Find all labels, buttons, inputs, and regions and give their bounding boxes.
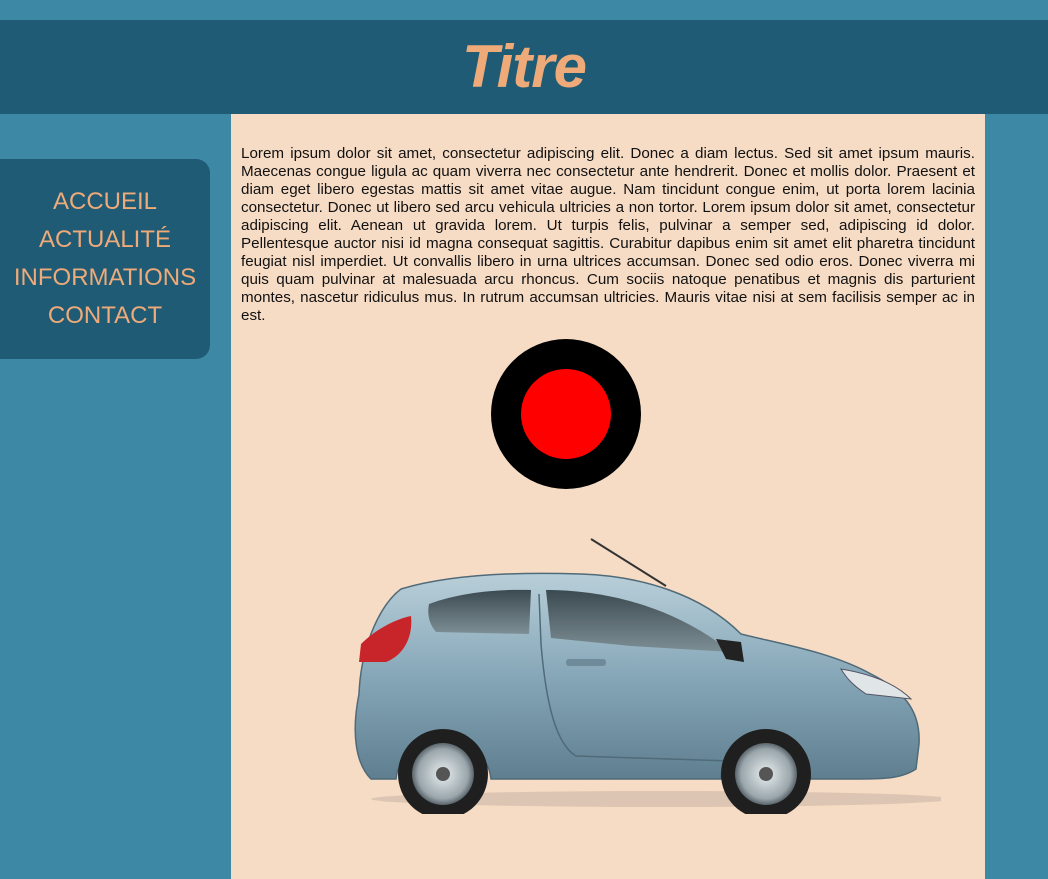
car-rear-hub	[436, 767, 450, 781]
nav-link-contact[interactable]: CONTACT	[0, 297, 210, 335]
car-image	[354, 538, 941, 814]
car-front-hub	[759, 767, 773, 781]
main-nav: ACCUEIL ACTUALITÉ INFORMATIONS CONTACT	[0, 159, 210, 359]
page: Titre ACCUEIL ACTUALITÉ INFORMATIONS CON…	[0, 0, 1048, 879]
car-door-handle	[566, 659, 606, 666]
page-title: Titre	[462, 33, 587, 100]
main-content: Lorem ipsum dolor sit amet, consectetur …	[231, 114, 985, 879]
nav-link-accueil[interactable]: ACCUEIL	[0, 183, 210, 221]
nav-link-informations[interactable]: INFORMATIONS	[0, 259, 210, 297]
circle-image	[491, 339, 641, 489]
circle-red-center	[521, 369, 611, 459]
lorem-paragraph: Lorem ipsum dolor sit amet, consectetur …	[241, 145, 975, 324]
header-bar: Titre	[0, 20, 1048, 114]
nav-link-actualite[interactable]: ACTUALITÉ	[0, 221, 210, 259]
